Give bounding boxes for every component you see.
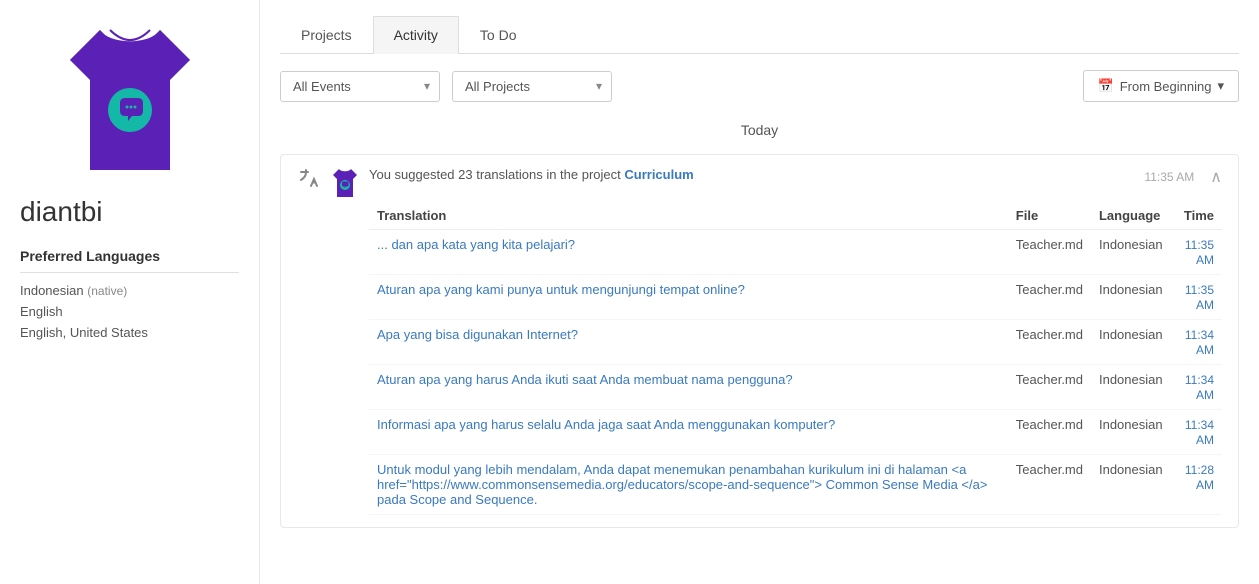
activity-item: You suggested 23 translations in the pro… xyxy=(280,154,1239,528)
translation-cell: Informasi apa yang harus selalu Anda jag… xyxy=(369,410,1008,455)
events-filter[interactable]: All Events xyxy=(280,71,440,102)
username: diantbi xyxy=(20,196,239,228)
sidebar: diantbi Preferred Languages Indonesian (… xyxy=(0,0,260,584)
file-cell: Teacher.md xyxy=(1008,365,1091,410)
activity-summary: You suggested 23 translations in the pro… xyxy=(369,167,694,182)
language-cell: Indonesian xyxy=(1091,455,1171,515)
table-row: Untuk modul yang lebih mendalam, Anda da… xyxy=(369,455,1222,515)
tab-projects[interactable]: Projects xyxy=(280,16,373,53)
time-link[interactable]: 11:35 AM xyxy=(1185,283,1214,312)
tab-activity[interactable]: Activity xyxy=(373,16,459,54)
time-cell: 11:28 AM xyxy=(1171,455,1222,515)
table-row: Informasi apa yang harus selalu Anda jag… xyxy=(369,410,1222,455)
time-cell: 11:34 AM xyxy=(1171,410,1222,455)
projects-filter-wrapper: All Projects xyxy=(452,71,612,102)
table-row: Apa yang bisa digunakan Internet? Teacher… xyxy=(369,320,1222,365)
table-row: Aturan apa yang harus Anda ikuti saat An… xyxy=(369,365,1222,410)
language-cell: Indonesian xyxy=(1091,275,1171,320)
language-english-us: English, United States xyxy=(20,325,239,340)
time-link[interactable]: 11:34 AM xyxy=(1185,418,1214,447)
translation-cell: Apa yang bisa digunakan Internet? xyxy=(369,320,1008,365)
activity-time: 11:35 AM xyxy=(1144,170,1194,184)
time-cell: 11:35 AM xyxy=(1171,275,1222,320)
language-cell: Indonesian xyxy=(1091,410,1171,455)
language-english: English xyxy=(20,304,239,319)
from-beginning-button[interactable]: From Beginning ▾ xyxy=(1083,70,1240,102)
translation-cell: Aturan apa yang kami punya untuk mengunj… xyxy=(369,275,1008,320)
projects-filter[interactable]: All Projects xyxy=(452,71,612,102)
translate-icon xyxy=(297,167,321,197)
avatar xyxy=(60,20,200,180)
language-indonesian: Indonesian (native) xyxy=(20,283,239,298)
activity-header: You suggested 23 translations in the pro… xyxy=(369,167,1222,192)
time-cell: 11:35 AM xyxy=(1171,230,1222,275)
translations-table: Translation File Language Time ... dan a… xyxy=(369,202,1222,515)
col-time: Time xyxy=(1171,202,1222,230)
translation-link[interactable]: Aturan apa yang kami punya untuk mengunj… xyxy=(377,282,745,297)
time-link[interactable]: 11:34 AM xyxy=(1185,373,1214,402)
page-container: diantbi Preferred Languages Indonesian (… xyxy=(0,0,1259,584)
mini-avatar xyxy=(331,167,359,199)
translation-link[interactable]: Informasi apa yang harus selalu Anda jag… xyxy=(377,417,835,432)
preferred-languages-section: Preferred Languages Indonesian (native) … xyxy=(20,248,239,340)
tab-todo[interactable]: To Do xyxy=(459,16,538,53)
language-cell: Indonesian xyxy=(1091,230,1171,275)
table-row: Aturan apa yang kami punya untuk mengunj… xyxy=(369,275,1222,320)
preferred-languages-title: Preferred Languages xyxy=(20,248,239,273)
time-cell: 11:34 AM xyxy=(1171,365,1222,410)
chevron-down-icon: ▾ xyxy=(1217,78,1224,94)
avatar-container xyxy=(20,20,239,180)
time-link[interactable]: 11:35 AM xyxy=(1185,238,1214,267)
file-cell: Teacher.md xyxy=(1008,230,1091,275)
collapse-button[interactable]: ∧ xyxy=(1210,167,1222,187)
translation-link[interactable]: ... dan apa kata yang kita pelajari? xyxy=(377,237,575,252)
file-cell: Teacher.md xyxy=(1008,455,1091,515)
translation-link[interactable]: Untuk modul yang lebih mendalam, Anda da… xyxy=(377,462,987,507)
time-link[interactable]: 11:34 AM xyxy=(1185,328,1214,357)
today-label: Today xyxy=(280,122,1239,138)
translation-cell: Untuk modul yang lebih mendalam, Anda da… xyxy=(369,455,1008,515)
time-link[interactable]: 11:28 AM xyxy=(1185,463,1214,492)
file-cell: Teacher.md xyxy=(1008,275,1091,320)
translation-cell: ... dan apa kata yang kita pelajari? xyxy=(369,230,1008,275)
language-cell: Indonesian xyxy=(1091,320,1171,365)
translation-cell: Aturan apa yang harus Anda ikuti saat An… xyxy=(369,365,1008,410)
file-cell: Teacher.md xyxy=(1008,320,1091,365)
main-content: Projects Activity To Do All Events All P… xyxy=(260,0,1259,584)
translation-link[interactable]: Aturan apa yang harus Anda ikuti saat An… xyxy=(377,372,793,387)
language-cell: Indonesian xyxy=(1091,365,1171,410)
table-row: ... dan apa kata yang kita pelajari? Teac… xyxy=(369,230,1222,275)
col-file: File xyxy=(1008,202,1091,230)
project-link[interactable]: Curriculum xyxy=(624,167,693,182)
tabs: Projects Activity To Do xyxy=(280,16,1239,54)
activity-content: You suggested 23 translations in the pro… xyxy=(369,167,1222,515)
col-language: Language xyxy=(1091,202,1171,230)
events-filter-wrapper: All Events xyxy=(280,71,440,102)
time-cell: 11:34 AM xyxy=(1171,320,1222,365)
filters-row: All Events All Projects From Beginning ▾ xyxy=(280,70,1239,102)
file-cell: Teacher.md xyxy=(1008,410,1091,455)
col-translation: Translation xyxy=(369,202,1008,230)
translation-link[interactable]: Apa yang bisa digunakan Internet? xyxy=(377,327,578,342)
